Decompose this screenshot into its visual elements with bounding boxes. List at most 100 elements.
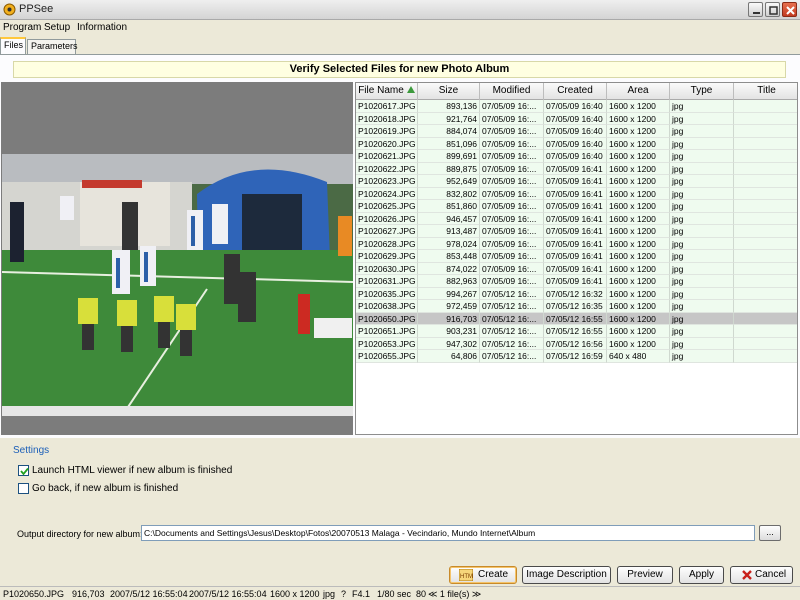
- tab-parameters[interactable]: Parameters: [27, 39, 78, 54]
- cell-name: P1020621.JPG: [356, 150, 418, 163]
- cell-type: jpg: [670, 175, 734, 188]
- table-row[interactable]: P1020638.JPG 972,459 07/05/12 16:... 07/05/…: [356, 300, 797, 313]
- table-row[interactable]: P1020617.JPG 893,136 07/05/09 16:... 07/05/…: [356, 100, 797, 113]
- table-row[interactable]: P1020618.JPG 921,764 07/05/09 16:... 07/05/…: [356, 112, 797, 125]
- cell-type: jpg: [670, 200, 734, 213]
- table-row[interactable]: P1020635.JPG 994,267 07/05/12 16:... 07/05/…: [356, 287, 797, 300]
- menu-program[interactable]: Program: [3, 22, 41, 33]
- apply-button[interactable]: Apply: [679, 566, 724, 584]
- table-row[interactable]: P1020620.JPG 851,096 07/05/09 16:... 07/05/…: [356, 137, 797, 150]
- cell-name: P1020618.JPG: [356, 112, 418, 125]
- cell-modified: 07/05/09 16:...: [480, 150, 544, 163]
- create-button[interactable]: HTM Create: [449, 566, 517, 584]
- cell-title: [734, 312, 797, 325]
- go-back-checkbox[interactable]: [18, 483, 29, 494]
- table-row[interactable]: P1020621.JPG 899,691 07/05/09 16:... 07/05/…: [356, 150, 797, 163]
- maximize-button[interactable]: [765, 2, 780, 17]
- cell-created: 07/05/09 16:41: [544, 187, 607, 200]
- table-row[interactable]: P1020653.JPG 947,302 07/05/12 16:... 07/05/…: [356, 337, 797, 350]
- status-shutter: 1/80 sec: [377, 589, 412, 599]
- create-label: Create: [478, 569, 509, 580]
- table-row[interactable]: P1020631.JPG 882,963 07/05/09 16:... 07/05/…: [356, 275, 797, 288]
- cell-name: P1020653.JPG: [356, 337, 418, 350]
- status-bar: P1020650.JPG 916,703 2007/5/12 16:55:04 …: [0, 586, 800, 600]
- menu-setup[interactable]: Setup: [44, 22, 70, 33]
- cell-size: 903,231: [418, 325, 480, 338]
- status-modified: 2007/5/12 16:55:04: [110, 589, 188, 599]
- tab-strip: Files Parameters: [0, 37, 800, 54]
- page-title: Verify Selected Files for new Photo Albu…: [13, 61, 786, 78]
- cell-size: 972,459: [418, 300, 480, 313]
- image-description-button[interactable]: Image Description: [522, 566, 611, 584]
- cell-title: [734, 250, 797, 263]
- cell-title: [734, 300, 797, 313]
- table-row[interactable]: P1020629.JPG 853,448 07/05/09 16:... 07/05/…: [356, 250, 797, 263]
- column-header-size[interactable]: Size: [418, 83, 480, 100]
- output-directory-label: Output directory for new album:: [17, 529, 143, 539]
- cell-created: 07/05/09 16:41: [544, 275, 607, 288]
- close-button[interactable]: [782, 2, 797, 17]
- cell-created: 07/05/12 16:56: [544, 337, 607, 350]
- status-filename: P1020650.JPG: [3, 589, 65, 599]
- cancel-button[interactable]: Cancel: [730, 566, 793, 584]
- cell-area: 1600 x 1200: [607, 287, 670, 300]
- column-header-title[interactable]: Title: [734, 83, 797, 100]
- column-header-created[interactable]: Created: [544, 83, 607, 100]
- cell-modified: 07/05/12 16:...: [480, 350, 544, 363]
- cell-name: P1020627.JPG: [356, 225, 418, 238]
- cell-size: 832,802: [418, 187, 480, 200]
- launch-viewer-checkbox[interactable]: [18, 465, 29, 476]
- cell-size: 893,136: [418, 100, 480, 113]
- cell-created: 07/05/12 16:55: [544, 312, 607, 325]
- cell-type: jpg: [670, 150, 734, 163]
- table-row-selected[interactable]: P1020650.JPG 916,703 07/05/12 16:... 07/05/…: [356, 312, 797, 325]
- table-row[interactable]: P1020651.JPG 903,231 07/05/12 16:... 07/05/…: [356, 325, 797, 338]
- table-row[interactable]: P1020623.JPG 952,649 07/05/09 16:... 07/05/…: [356, 175, 797, 188]
- table-row[interactable]: P1020619.JPG 884,074 07/05/09 16:... 07/05/…: [356, 125, 797, 138]
- svg-text:HTM: HTM: [460, 574, 473, 580]
- browse-button[interactable]: ...: [759, 525, 781, 541]
- launch-viewer-option[interactable]: Launch HTML viewer if new album is finis…: [18, 465, 318, 478]
- table-row[interactable]: P1020626.JPG 946,457 07/05/09 16:... 07/05/…: [356, 212, 797, 225]
- cell-created: 07/05/09 16:40: [544, 137, 607, 150]
- table-row[interactable]: P1020627.JPG 913,487 07/05/09 16:... 07/05/…: [356, 225, 797, 238]
- minimize-icon: [753, 12, 760, 14]
- cell-name: P1020620.JPG: [356, 137, 418, 150]
- table-row[interactable]: P1020655.JPG 64,806 07/05/12 16:... 07/05/1…: [356, 350, 797, 363]
- cell-title: [734, 237, 797, 250]
- cell-size: 884,074: [418, 125, 480, 138]
- cell-name: P1020623.JPG: [356, 175, 418, 188]
- table-row[interactable]: P1020622.JPG 889,875 07/05/09 16:... 07/05/…: [356, 162, 797, 175]
- column-header-area[interactable]: Area: [607, 83, 670, 100]
- checkmark-icon: [20, 467, 29, 476]
- table-row[interactable]: P1020625.JPG 851,860 07/05/09 16:... 07/05/…: [356, 200, 797, 213]
- tab-files[interactable]: Files: [0, 37, 26, 54]
- cell-type: jpg: [670, 325, 734, 338]
- cell-type: jpg: [670, 162, 734, 175]
- cell-size: 994,267: [418, 287, 480, 300]
- table-row[interactable]: P1020624.JPG 832,802 07/05/09 16:... 07/05/…: [356, 187, 797, 200]
- output-directory-field[interactable]: [141, 525, 755, 541]
- column-header-filename[interactable]: File Name: [356, 83, 418, 100]
- cell-type: jpg: [670, 287, 734, 300]
- table-row[interactable]: P1020628.JPG 978,024 07/05/09 16:... 07/05/…: [356, 237, 797, 250]
- cell-modified: 07/05/09 16:...: [480, 137, 544, 150]
- cell-area: 1600 x 1200: [607, 112, 670, 125]
- cell-created: 07/05/09 16:41: [544, 162, 607, 175]
- cell-name: P1020628.JPG: [356, 237, 418, 250]
- cell-name: P1020631.JPG: [356, 275, 418, 288]
- preview-button[interactable]: Preview: [617, 566, 673, 584]
- column-header-modified[interactable]: Modified: [480, 83, 544, 100]
- cell-modified: 07/05/12 16:...: [480, 325, 544, 338]
- minimize-button[interactable]: [748, 2, 763, 17]
- cell-area: 1600 x 1200: [607, 325, 670, 338]
- menu-information[interactable]: Information: [77, 22, 127, 33]
- cell-name: P1020635.JPG: [356, 287, 418, 300]
- table-row[interactable]: P1020630.JPG 874,022 07/05/09 16:... 07/05/…: [356, 262, 797, 275]
- go-back-option[interactable]: Go back, if new album is finished: [18, 483, 318, 496]
- cell-name: P1020624.JPG: [356, 187, 418, 200]
- column-header-type[interactable]: Type: [670, 83, 734, 100]
- cell-created: 07/05/12 16:35: [544, 300, 607, 313]
- cell-size: 899,691: [418, 150, 480, 163]
- file-table[interactable]: File Name Size Modified Created Area Typ…: [355, 82, 798, 435]
